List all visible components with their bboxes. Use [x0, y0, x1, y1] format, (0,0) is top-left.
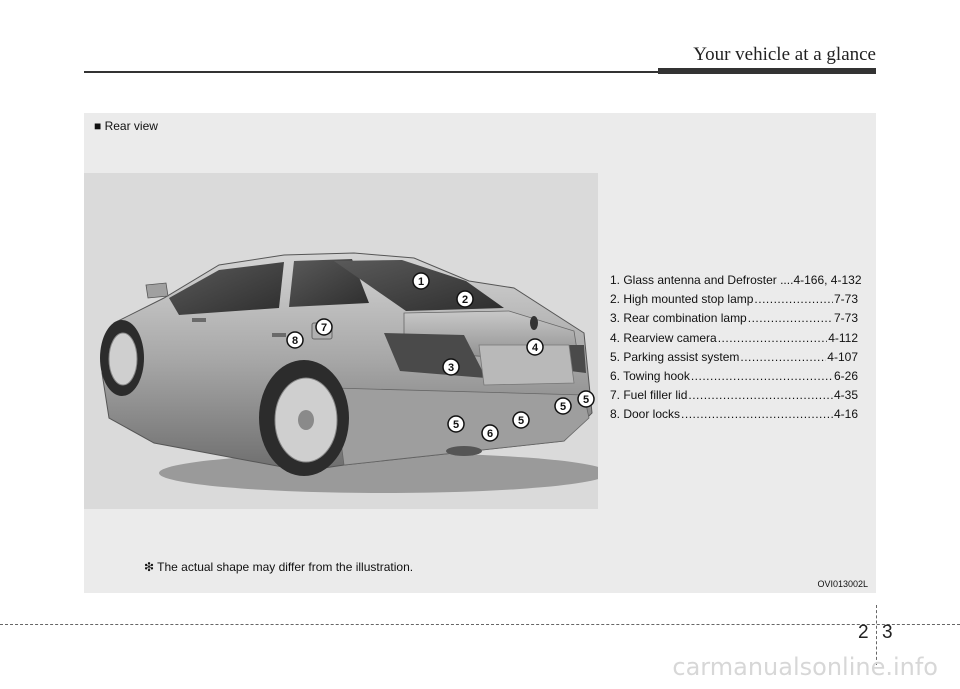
svg-text:5: 5 [453, 419, 459, 431]
page-chapter-number: 2 [858, 622, 869, 643]
callout-5: 5 [577, 390, 595, 408]
figure-panel: ■ Rear view 1 2 3 4 5 5 5 5 6 7 8 1. Gla… [84, 113, 876, 593]
legend-item: 2. High mounted stop lamp7-73 [610, 292, 858, 311]
car-rear-view-illustration: 1 2 3 4 5 5 5 5 6 7 8 [84, 173, 598, 509]
legend-item: 7. Fuel filler lid4-35 [610, 388, 858, 407]
chapter-header-title: Your vehicle at a glance [693, 44, 876, 65]
callout-5: 5 [447, 415, 465, 433]
legend-item: 6. Towing hook6-26 [610, 369, 858, 388]
svg-text:2: 2 [462, 294, 468, 306]
callout-4: 4 [526, 338, 544, 356]
watermark: carmanualsonline.info [672, 653, 938, 681]
svg-text:5: 5 [583, 394, 589, 406]
legend-item: 8. Door locks4-16 [610, 407, 858, 426]
page-number: 3 [882, 622, 893, 643]
svg-text:4: 4 [532, 342, 539, 354]
svg-text:5: 5 [518, 415, 524, 427]
callout-6: 6 [481, 424, 499, 442]
callout-5: 5 [554, 397, 572, 415]
callout-2: 2 [456, 290, 474, 308]
callout-5: 5 [512, 411, 530, 429]
svg-text:3: 3 [448, 362, 454, 374]
callout-1: 1 [412, 272, 430, 290]
callout-8: 8 [286, 331, 304, 349]
illustration-note: ❇ The actual shape may differ from the i… [144, 560, 414, 574]
svg-text:6: 6 [487, 428, 493, 440]
section-label: ■ Rear view [94, 119, 158, 133]
legend-item: 4. Rearview camera4-112 [610, 331, 858, 350]
svg-text:1: 1 [418, 276, 424, 288]
footer-rule [0, 624, 960, 625]
svg-text:8: 8 [292, 335, 298, 347]
legend-item: 1. Glass antenna and Defroster .... 4-166… [610, 273, 862, 287]
parts-legend: 1. Glass antenna and Defroster .... 4-166… [610, 273, 862, 427]
legend-item: 5. Parking assist system4-107 [610, 350, 858, 369]
svg-text:5: 5 [560, 401, 566, 413]
figure-code: OVI013002L [817, 579, 868, 589]
svg-text:7: 7 [321, 322, 327, 334]
callout-3: 3 [442, 358, 460, 376]
callout-7: 7 [315, 318, 333, 336]
header-rule-accent [658, 68, 876, 74]
legend-item: 3. Rear combination lamp7-73 [610, 311, 858, 330]
